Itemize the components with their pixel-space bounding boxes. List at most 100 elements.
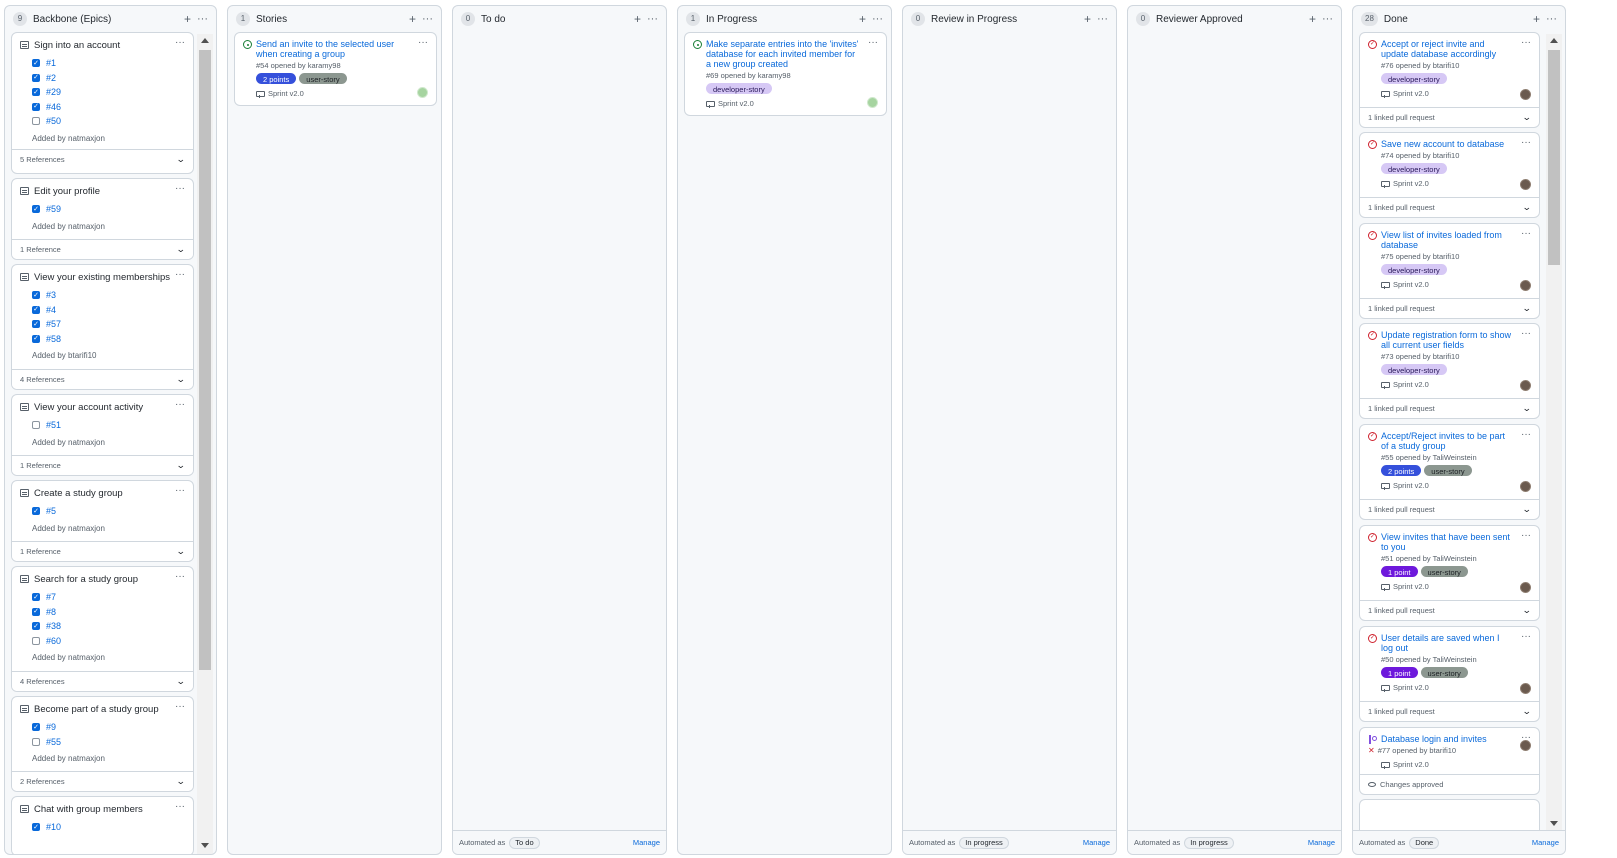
card-menu-icon[interactable]: ···	[1521, 229, 1531, 239]
linked-pr-toggle[interactable]: 1 linked pull request ⌄	[1360, 701, 1539, 721]
checkbox-empty-icon[interactable]	[32, 636, 40, 645]
note-card[interactable]: ··· Edit your profile ✓ #59 Added by natm…	[11, 178, 194, 260]
checklist-item[interactable]: ✓ #2	[20, 71, 185, 86]
card-menu-icon[interactable]: ···	[1521, 632, 1531, 642]
references-toggle[interactable]: 4 References ⌄	[12, 369, 193, 389]
issue-card[interactable]: ··· Send an invite to the selected user …	[234, 32, 437, 106]
issue-link[interactable]: #8	[46, 607, 56, 617]
card-menu-icon[interactable]: ···	[175, 486, 185, 496]
add-card-icon[interactable]: +	[1309, 13, 1316, 25]
avatar[interactable]	[1520, 481, 1531, 492]
note-card[interactable]: ··· Search for a study group ✓ #7 ✓ #8 ✓ #3…	[11, 566, 194, 692]
milestone[interactable]: Sprint v2.0	[1381, 379, 1531, 389]
issue-title[interactable]: User details are saved when I log out	[1381, 633, 1513, 653]
label-points[interactable]: 2 points	[1381, 465, 1422, 476]
card-menu-icon[interactable]: ···	[175, 38, 185, 48]
checklist-item[interactable]: ✓ #9	[20, 720, 185, 735]
avatar[interactable]	[1520, 683, 1531, 694]
issue-title[interactable]: Accept or reject invite and update datab…	[1381, 39, 1513, 59]
card-menu-icon[interactable]: ···	[175, 400, 185, 410]
checkbox-checked-icon[interactable]: ✓	[32, 305, 40, 314]
column-menu-icon[interactable]: ···	[647, 13, 658, 25]
label-developer-story[interactable]: developer-story	[1381, 364, 1447, 375]
issue-link[interactable]: #60	[46, 636, 61, 646]
note-card[interactable]: ··· Create a study group ✓ #5 Added by na…	[11, 480, 194, 562]
checklist-item[interactable]: ✓ #38	[20, 619, 185, 634]
references-toggle[interactable]: 1 Reference ⌄	[12, 455, 193, 475]
issue-card[interactable]	[1359, 799, 1540, 830]
label-user-story[interactable]: user-story	[1420, 667, 1468, 678]
label-user-story[interactable]: user-story	[1424, 465, 1472, 476]
avatar[interactable]	[417, 87, 428, 98]
card-menu-icon[interactable]: ···	[175, 802, 185, 812]
checkbox-checked-icon[interactable]: ✓	[32, 622, 40, 631]
references-toggle[interactable]: 5 References ⌄	[12, 148, 193, 169]
checkbox-checked-icon[interactable]: ✓	[32, 723, 40, 732]
checkbox-checked-icon[interactable]: ✓	[32, 291, 40, 300]
checklist-item[interactable]: ✓ #3	[20, 288, 185, 303]
card-menu-icon[interactable]: ···	[175, 270, 185, 280]
checklist-item[interactable]: ✓ #4	[20, 303, 185, 318]
issue-link[interactable]: #1	[46, 58, 56, 68]
issue-link[interactable]: #46	[46, 102, 61, 112]
checklist-item[interactable]: ✓ #59	[20, 202, 185, 217]
checklist-item[interactable]: #60	[20, 634, 185, 649]
label-points[interactable]: 1 point	[1381, 667, 1418, 678]
checklist-item[interactable]: ✓ #29	[20, 85, 185, 100]
pr-title[interactable]: Database login and invites	[1381, 734, 1487, 744]
milestone[interactable]: Sprint v2.0	[256, 88, 428, 98]
checks-failed-icon[interactable]: ✕	[1368, 746, 1375, 755]
column-menu-icon[interactable]: ···	[1097, 13, 1108, 25]
avatar[interactable]	[1520, 280, 1531, 291]
manage-link[interactable]: Manage	[633, 838, 660, 847]
issue-title[interactable]: Send an invite to the selected user when…	[256, 39, 410, 59]
linked-pr-toggle[interactable]: 1 linked pull request ⌄	[1360, 298, 1539, 318]
checkbox-empty-icon[interactable]	[32, 421, 40, 430]
issue-link[interactable]: #29	[46, 87, 61, 97]
linked-pr-toggle[interactable]: 1 linked pull request ⌄	[1360, 197, 1539, 217]
checklist-item[interactable]: ✓ #46	[20, 100, 185, 115]
label-user-story[interactable]: user-story	[1420, 566, 1468, 577]
avatar[interactable]	[867, 97, 878, 108]
references-toggle[interactable]: 2 References ⌄	[12, 771, 193, 791]
add-card-icon[interactable]: +	[1084, 13, 1091, 25]
checklist-item[interactable]: ✓ #10	[20, 820, 185, 835]
issue-title[interactable]: Accept/Reject invites to be part of a st…	[1381, 431, 1513, 451]
checklist-item[interactable]: ✓ #1	[20, 56, 185, 71]
avatar[interactable]	[1520, 740, 1531, 751]
note-card[interactable]: ··· Sign into an account ✓ #1 ✓ #2 ✓ #29 ✓ #…	[11, 32, 194, 174]
avatar[interactable]	[1520, 89, 1531, 100]
issue-title[interactable]: Make separate entries into the 'invites'…	[706, 39, 860, 69]
checkbox-checked-icon[interactable]: ✓	[32, 507, 40, 516]
milestone[interactable]: Sprint v2.0	[1381, 682, 1531, 692]
issue-card[interactable]: ··· ✓ Accept/Reject invites to be part of…	[1359, 424, 1540, 520]
issue-link[interactable]: #2	[46, 73, 56, 83]
issue-link[interactable]: #3	[46, 290, 56, 300]
add-card-icon[interactable]: +	[1533, 13, 1540, 25]
issue-title[interactable]: Update registration form to show all cur…	[1381, 330, 1513, 350]
checkbox-checked-icon[interactable]: ✓	[32, 593, 40, 602]
card-menu-icon[interactable]: ···	[418, 38, 428, 48]
label-user-story[interactable]: user-story	[299, 73, 347, 84]
scrollbar-thumb[interactable]	[199, 50, 211, 670]
milestone[interactable]: Sprint v2.0	[1381, 759, 1531, 769]
issue-title[interactable]: View invites that have been sent to you	[1381, 532, 1513, 552]
column-menu-icon[interactable]: ···	[197, 13, 208, 25]
issue-link[interactable]: #57	[46, 319, 61, 329]
note-card[interactable]: ··· Chat with group members ✓ #10	[11, 796, 194, 854]
linked-pr-toggle[interactable]: 1 linked pull request ⌄	[1360, 107, 1539, 127]
linked-pr-toggle[interactable]: 1 linked pull request ⌄	[1360, 398, 1539, 418]
card-menu-icon[interactable]: ···	[1521, 38, 1531, 48]
references-toggle[interactable]: 1 Reference ⌄	[12, 239, 193, 259]
issue-card[interactable]: ··· Make separate entries into the 'invi…	[684, 32, 887, 116]
issue-card[interactable]: ··· ✓ Update registration form to show al…	[1359, 323, 1540, 419]
column-menu-icon[interactable]: ···	[422, 13, 433, 25]
issue-link[interactable]: #10	[46, 822, 61, 832]
milestone[interactable]: Sprint v2.0	[1381, 178, 1531, 188]
linked-pr-toggle[interactable]: 1 linked pull request ⌄	[1360, 600, 1539, 620]
linked-pr-toggle[interactable]: 1 linked pull request ⌄	[1360, 499, 1539, 519]
manage-link[interactable]: Manage	[1308, 838, 1335, 847]
card-menu-icon[interactable]: ···	[175, 184, 185, 194]
references-toggle[interactable]: 1 Reference ⌄	[12, 541, 193, 561]
scrollbar[interactable]	[1546, 34, 1562, 830]
